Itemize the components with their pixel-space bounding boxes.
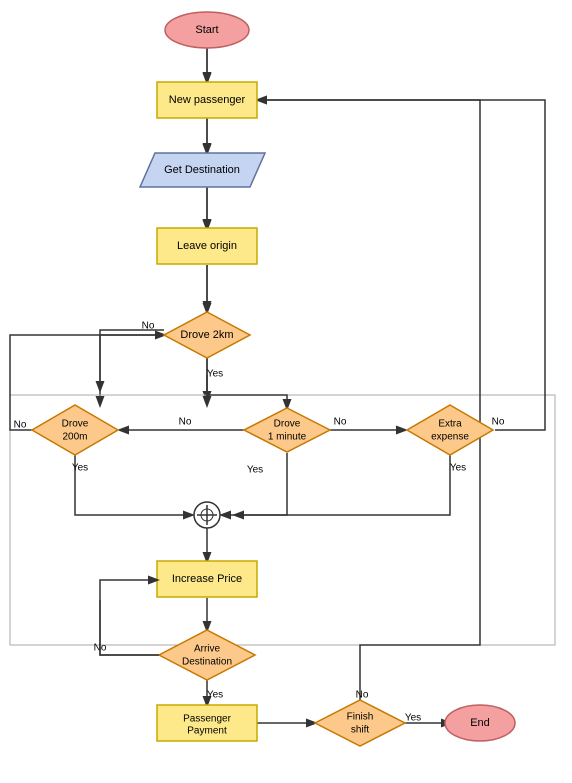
start-label: Start [195, 24, 218, 36]
label-drove1min-no-right: No [334, 417, 347, 428]
flowchart: Start New passenger Get Destination Leav… [0, 0, 572, 780]
conn-drove200m-yes [75, 453, 192, 515]
conn-extraexp-yes [235, 453, 450, 515]
label-drove200m-no: No [14, 420, 27, 431]
label-drove1min-yes: Yes [247, 465, 263, 476]
drove-200m-node [32, 405, 118, 455]
passenger-payment-label-1: Passenger [183, 714, 231, 725]
label-drove2km-no: No [142, 321, 155, 332]
label-finish-no: No [356, 690, 369, 701]
end-label: End [470, 717, 490, 729]
conn-arrive-no-loop [100, 580, 159, 655]
label-drove1min-no-left: No [179, 417, 192, 428]
increase-price-label: Increase Price [172, 573, 242, 585]
drove-200m-label-2: 200m [62, 432, 87, 443]
leave-origin-label: Leave origin [177, 240, 237, 252]
label-extraexp-no: No [492, 417, 505, 428]
drove-200m-label-1: Drove [62, 419, 89, 430]
drove-1min-node [244, 408, 330, 452]
passenger-payment-label-2: Payment [187, 726, 227, 737]
label-drove200m-yes: Yes [72, 463, 88, 474]
arrive-dest-label-1: Arrive [194, 644, 221, 655]
finish-shift-node [315, 700, 405, 746]
finish-shift-label-2: shift [351, 725, 370, 736]
conn-finish-no [258, 100, 480, 700]
extra-expense-label-2: expense [431, 432, 469, 443]
label-extraexp-yes: Yes [450, 463, 466, 474]
arrive-dest-node [159, 630, 255, 680]
arrow-drove2km-no [100, 330, 164, 390]
conn-drove1min-yes [222, 453, 287, 515]
label-drove2km-yes: Yes [207, 369, 223, 380]
new-passenger-label: New passenger [169, 94, 246, 106]
drove-1min-label-2: 1 minute [268, 432, 307, 443]
arrive-dest-label-2: Destination [182, 657, 232, 668]
label-finish-yes: Yes [405, 713, 421, 724]
conn-arrive-no [100, 600, 164, 655]
drove-2km-label: Drove 2km [180, 329, 233, 341]
label-arrive-yes: Yes [207, 690, 223, 701]
extra-expense-label-1: Extra [438, 419, 462, 430]
conn-drove2km-yes [207, 358, 287, 408]
get-destination-label: Get Destination [164, 164, 240, 176]
conn-extraexp-no [258, 100, 545, 430]
drove-1min-label-1: Drove [274, 419, 301, 430]
finish-shift-label-1: Finish [347, 712, 374, 723]
